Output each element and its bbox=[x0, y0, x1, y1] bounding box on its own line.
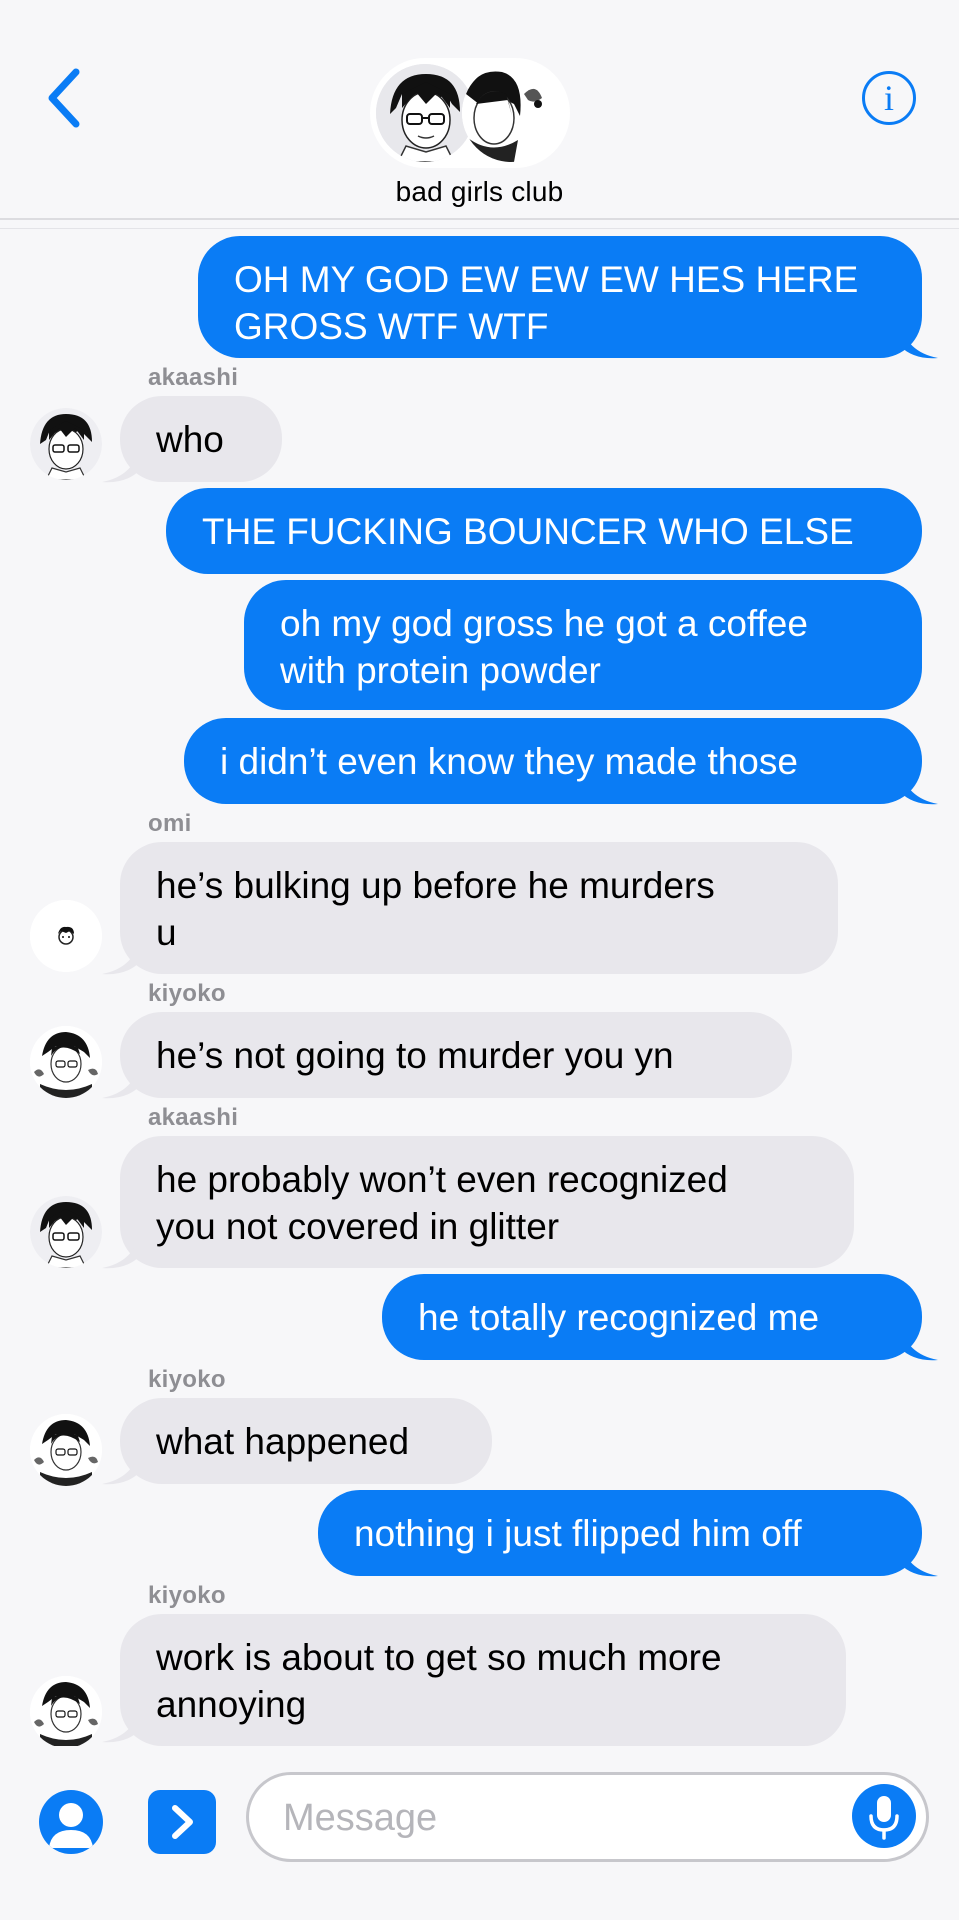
person-icon bbox=[49, 1803, 93, 1848]
header-divider-shadow bbox=[0, 228, 959, 229]
sent-message[interactable]: OH MY GOD EW EW EW HES HERE GROSS WTF WT… bbox=[198, 236, 922, 358]
bubble-tail bbox=[102, 446, 140, 483]
bubble-tail bbox=[900, 768, 938, 805]
received-message[interactable]: work is about to get so much more annoyi… bbox=[120, 1614, 846, 1746]
avatar[interactable] bbox=[30, 1414, 102, 1486]
bubble-tail bbox=[102, 1448, 140, 1485]
mic-button[interactable] bbox=[852, 1784, 916, 1848]
sent-message[interactable]: THE FUCKING BOUNCER WHO ELSE bbox=[166, 488, 922, 574]
avatar[interactable] bbox=[30, 408, 102, 480]
received-message[interactable]: what happened bbox=[120, 1398, 492, 1484]
svg-text:i: i bbox=[884, 78, 894, 118]
sent-message[interactable]: i didn’t even know they made those bbox=[184, 718, 922, 804]
conversation-header: i bad girls club bbox=[0, 0, 959, 229]
header-divider bbox=[0, 218, 959, 220]
received-message[interactable]: who bbox=[120, 396, 282, 482]
sent-message[interactable]: he totally recognized me bbox=[382, 1274, 922, 1360]
back-button[interactable] bbox=[36, 60, 96, 130]
contact-button[interactable] bbox=[39, 1790, 103, 1854]
sender-name: omi bbox=[148, 810, 192, 837]
avatar[interactable] bbox=[30, 1026, 102, 1098]
member-avatar-akaashi bbox=[376, 64, 474, 162]
received-message[interactable]: he’s bulking up before he murders u bbox=[120, 842, 838, 974]
chevron-right-icon bbox=[172, 1805, 193, 1839]
bubble-tail bbox=[102, 1232, 140, 1269]
microphone-icon bbox=[869, 1796, 899, 1840]
group-avatar[interactable] bbox=[370, 58, 570, 168]
bubble-tail bbox=[102, 938, 140, 975]
bubble-tail bbox=[900, 1324, 938, 1361]
received-message[interactable]: he’s not going to murder you yn bbox=[120, 1012, 792, 1098]
bubble-tail bbox=[900, 1540, 938, 1577]
apps-button[interactable] bbox=[148, 1790, 216, 1854]
info-button[interactable]: i bbox=[862, 71, 916, 125]
sent-message[interactable]: oh my god gross he got a coffee with pro… bbox=[244, 580, 922, 710]
member-avatar-kiyoko bbox=[462, 64, 560, 162]
message-field[interactable] bbox=[246, 1772, 929, 1862]
sender-name: kiyoko bbox=[148, 980, 226, 1007]
sender-name: kiyoko bbox=[148, 1366, 226, 1393]
sender-name: akaashi bbox=[148, 1104, 239, 1131]
received-message[interactable]: he probably won’t even recognized you no… bbox=[120, 1136, 854, 1268]
avatar[interactable] bbox=[30, 900, 102, 972]
message-input[interactable] bbox=[281, 1789, 845, 1847]
avatar[interactable] bbox=[30, 1196, 102, 1268]
info-icon: i bbox=[884, 78, 894, 118]
messages-screen: i bad girls club OH MY GOD EW EW EW HES … bbox=[0, 0, 959, 1920]
chevron-left-icon bbox=[48, 68, 80, 128]
sender-name: akaashi bbox=[148, 364, 239, 391]
bubble-tail bbox=[102, 1062, 140, 1099]
sender-name: kiyoko bbox=[148, 1582, 226, 1609]
conversation-title[interactable]: bad girls club bbox=[0, 176, 959, 208]
bubble-tail bbox=[900, 322, 938, 359]
bubble-tail bbox=[102, 1706, 140, 1743]
avatar[interactable] bbox=[30, 1676, 102, 1748]
sent-message[interactable]: nothing i just flipped him off bbox=[318, 1490, 922, 1576]
